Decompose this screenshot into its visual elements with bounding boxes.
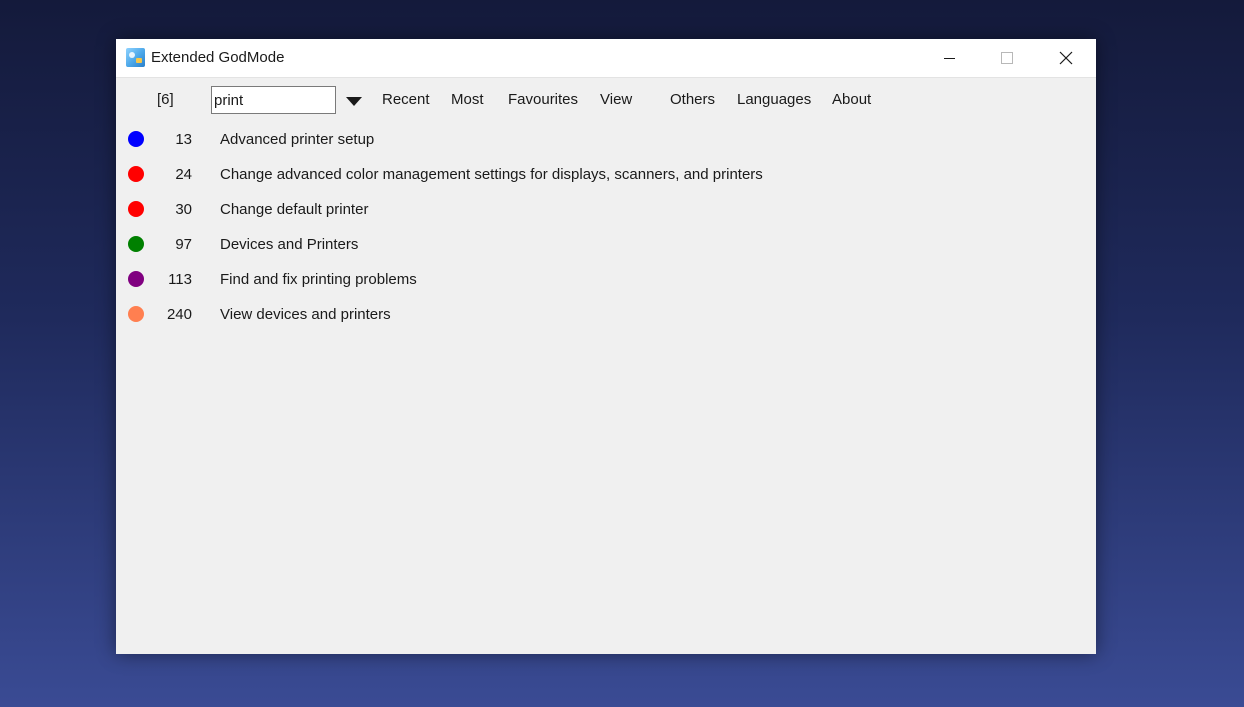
app-window: Extended GodMode [6] Recent Most: [116, 39, 1096, 654]
maximize-icon: [1001, 52, 1013, 64]
list-item[interactable]: 24 Change advanced color management sett…: [116, 157, 1096, 192]
minimize-icon: [944, 58, 955, 59]
category-dot: [128, 201, 144, 217]
category-dot: [128, 131, 144, 147]
category-dot: [128, 236, 144, 252]
toolbar: [6] Recent Most Favourites View Others L…: [116, 78, 1096, 120]
menu-view[interactable]: View: [600, 91, 632, 108]
list-item[interactable]: 113 Find and fix printing problems: [116, 262, 1096, 297]
menu-recent[interactable]: Recent: [382, 91, 430, 108]
result-count: [6]: [157, 91, 174, 108]
item-label: Advanced printer setup: [220, 131, 375, 148]
maximize-button[interactable]: [978, 39, 1036, 77]
item-label: View devices and printers: [220, 306, 391, 323]
list-item[interactable]: 97 Devices and Printers: [116, 227, 1096, 262]
menu-others[interactable]: Others: [670, 91, 715, 108]
menu-favourites[interactable]: Favourites: [508, 91, 578, 108]
minimize-button[interactable]: [920, 39, 978, 77]
search-input[interactable]: [211, 86, 336, 114]
triangle-down-icon[interactable]: [345, 95, 363, 107]
item-number: 113: [168, 271, 192, 288]
category-dot: [128, 166, 144, 182]
list-item[interactable]: 13 Advanced printer setup: [116, 122, 1096, 157]
close-button[interactable]: [1036, 39, 1094, 77]
menu-most[interactable]: Most: [451, 91, 484, 108]
category-dot: [128, 271, 144, 287]
list-item[interactable]: 240 View devices and printers: [116, 297, 1096, 332]
menu-about[interactable]: About: [832, 91, 871, 108]
window-title: Extended GodMode: [151, 49, 285, 66]
item-number: 24: [175, 166, 192, 183]
item-label: Find and fix printing problems: [220, 271, 417, 288]
title-bar[interactable]: Extended GodMode: [116, 39, 1096, 78]
item-label: Change advanced color management setting…: [220, 166, 763, 183]
item-label: Devices and Printers: [220, 236, 359, 253]
item-number: 30: [175, 201, 192, 218]
list-item[interactable]: 30 Change default printer: [116, 192, 1096, 227]
control-panel-icon: [126, 48, 145, 67]
close-icon: [1059, 51, 1073, 65]
item-label: Change default printer: [220, 201, 369, 218]
item-number: 240: [166, 306, 192, 323]
item-number: 97: [175, 236, 192, 253]
item-number: 13: [175, 131, 192, 148]
menu-languages[interactable]: Languages: [737, 91, 811, 108]
category-dot: [128, 306, 144, 322]
